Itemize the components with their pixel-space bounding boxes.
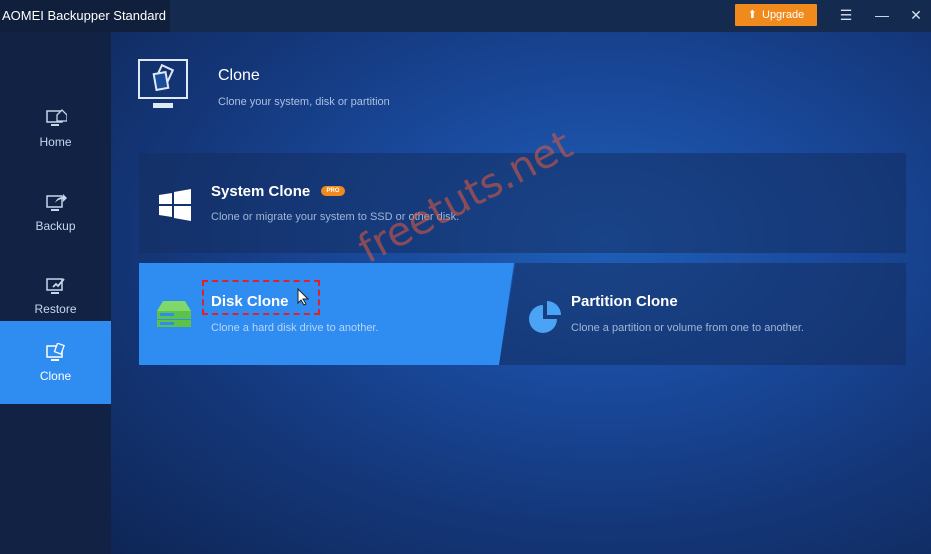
sidebar-item-clone[interactable]: Clone — [0, 321, 111, 404]
main-panel: Clone Clone your system, disk or partiti… — [111, 32, 931, 554]
sidebar: Home Backup Restore Clone — [0, 32, 111, 554]
upgrade-button[interactable]: ⬆ Upgrade — [735, 4, 817, 26]
sidebar-item-label: Clone — [39, 368, 72, 383]
disk-drive-icon — [157, 301, 191, 327]
sidebar-item-backup[interactable]: Backup — [0, 171, 111, 254]
minimize-icon[interactable]: — — [872, 6, 892, 26]
page-title: Clone — [218, 67, 260, 84]
app-title: AOMEI Backupper Standard — [0, 0, 171, 32]
partition-clone-title: Partition Clone — [571, 293, 678, 310]
page-subtitle: Clone your system, disk or partition — [218, 96, 390, 108]
disk-clone-description: Clone a hard disk drive to another. — [211, 322, 379, 334]
clone-icon — [45, 342, 65, 361]
clone-monitor-icon — [138, 59, 188, 108]
system-clone-title: System Clone — [211, 183, 311, 200]
disk-clone-card[interactable]: Disk Clone Clone a hard disk drive to an… — [139, 263, 514, 365]
upgrade-arrow-icon: ⬆ — [747, 8, 757, 21]
hamburger-menu-icon[interactable]: ☰ — [836, 6, 856, 26]
partition-clone-description: Clone a partition or volume from one to … — [571, 322, 804, 334]
close-icon[interactable]: ✕ — [906, 6, 926, 26]
upgrade-label: Upgrade — [762, 9, 805, 21]
sidebar-item-label: Restore — [34, 301, 77, 316]
pie-chart-icon — [529, 301, 561, 333]
sidebar-item-label: Home — [39, 134, 72, 149]
pro-badge: PRO — [321, 186, 345, 196]
title-bar: AOMEI Backupper Standard ⬆ Upgrade ☰ — ✕ — [0, 0, 931, 32]
windows-icon — [159, 189, 191, 221]
backup-icon — [45, 193, 67, 211]
sidebar-item-home[interactable]: Home — [0, 87, 111, 170]
sidebar-item-label: Backup — [35, 218, 76, 233]
home-icon — [45, 108, 67, 126]
mouse-cursor-icon — [297, 288, 310, 306]
restore-icon — [45, 277, 65, 294]
partition-clone-card[interactable]: Partition Clone Clone a partition or vol… — [499, 263, 906, 365]
